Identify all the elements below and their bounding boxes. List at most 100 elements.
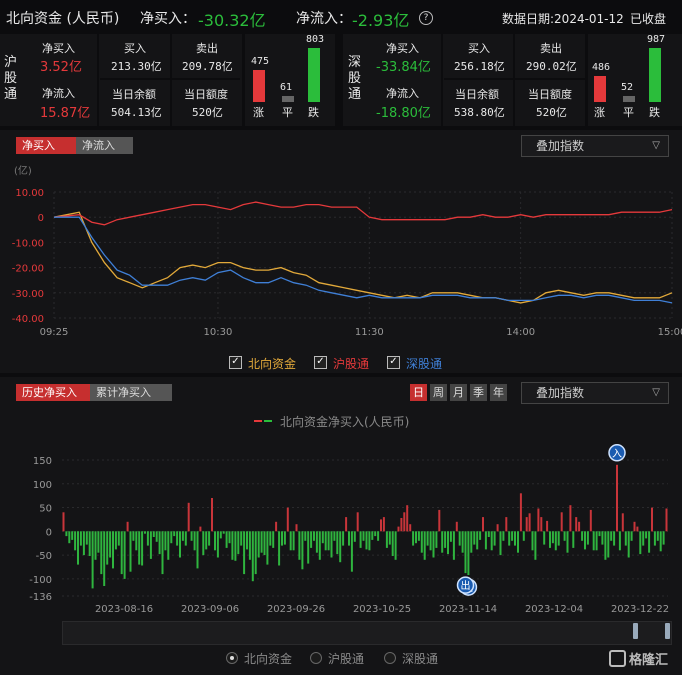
y-tick-label: -136 [29,592,52,603]
history-bar [251,531,254,582]
hu-flat-count: 61 [280,82,293,93]
history-bar [315,531,318,553]
y-tick-label: -10.00 [12,238,44,249]
history-bar [275,521,278,532]
history-bar [231,531,234,560]
shen-breadth: 486 涨 52 平 987 跌 [588,34,678,126]
radio-hu-label: 沪股通 [328,652,365,666]
history-bar [91,531,94,589]
history-bar [449,531,452,542]
range-scrollbar[interactable] [62,621,672,645]
period-month[interactable]: 月 [450,384,467,401]
radio-shen[interactable] [384,652,396,664]
y-tick-label: -30.00 [12,289,44,300]
history-bar [621,513,624,532]
history-bar [382,517,385,532]
history-bar [79,531,82,546]
hu-up-label: 涨 [253,106,264,119]
history-bar [543,531,546,545]
period-year[interactable]: 年 [490,384,507,401]
history-bar [508,531,511,546]
history-bar [656,531,659,541]
history-bar [208,531,211,546]
history-bar [307,531,310,564]
history-bar [581,531,584,541]
radio-shen-label: 深股通 [402,652,439,666]
history-bar [144,531,146,534]
history-bar [100,531,103,575]
history-bar [613,531,616,546]
history-bar [77,531,79,565]
y-axis-unit: (亿) [14,164,32,177]
history-bar [342,531,345,546]
tab-net-buy[interactable]: 净买入 [16,137,76,154]
shen-balance-value: 538.80亿 [454,106,505,119]
history-bar [152,531,155,537]
shen-quota-label: 当日额度 [528,88,572,101]
history-bar [394,531,397,560]
x-tick-label: 2023-12-22 [611,604,669,615]
y-tick-label: 0 [38,213,44,224]
legend-north-checkbox[interactable]: ✓ [229,356,242,369]
history-bar [601,531,604,545]
hu-sell-value: 209.78亿 [182,60,233,73]
shen-down-label: 跌 [649,106,660,119]
history-bar [149,531,152,559]
history-bar [114,531,117,550]
history-bar [202,531,205,556]
shen-flat-label: 平 [623,106,634,119]
period-quarter[interactable]: 季 [470,384,487,401]
legend-hu-checkbox[interactable]: ✓ [314,356,327,369]
period-day[interactable]: 日 [410,384,427,401]
history-bar [173,531,176,537]
history-bar [356,512,359,532]
radio-north[interactable] [226,652,238,664]
history-bar [557,531,560,546]
history-overlay-dropdown[interactable]: 叠加指数 ▽ [521,382,669,404]
tab-history-net-buy[interactable]: 历史净买入 [16,384,98,401]
history-bar [400,518,403,532]
history-bar [534,531,537,560]
y-tick-label: -40.00 [12,314,44,325]
history-bar [560,512,563,532]
history-bar [103,531,106,586]
tab-cumulative-net-buy[interactable]: 累计净买入 [90,384,172,401]
radio-hu[interactable] [310,652,322,664]
history-bar [339,531,342,563]
history-bar [575,517,578,532]
range-handle-right[interactable] [665,623,670,639]
history-bar [435,531,438,548]
history-bar [505,517,508,532]
legend-shen-checkbox[interactable]: ✓ [387,356,400,369]
hu-quota-value: 520亿 [192,106,223,119]
overlay-index-dropdown[interactable]: 叠加指数 ▽ [521,135,669,157]
history-bar [123,531,126,579]
history-bar [106,531,109,565]
shen-name: 深股通 [348,55,362,102]
range-handle-left[interactable] [633,623,638,639]
history-bar [257,531,260,558]
period-week[interactable]: 周 [430,384,447,401]
history-bar [426,531,429,546]
question-circle-icon[interactable]: ? [419,11,433,25]
y-tick-label: -50 [36,551,52,562]
history-bar [196,531,199,569]
shen-balance-label: 当日余额 [455,88,499,101]
history-bar [578,521,581,532]
history-bar [181,531,184,541]
shen-net-inflow-label: 净流入 [386,87,419,100]
hu-quota-label: 当日额度 [184,88,228,101]
history-bar [409,524,412,532]
history-bar [167,531,170,560]
overlay-index-label: 叠加指数 [536,139,585,153]
history-overlay-label: 叠加指数 [536,386,585,400]
history-bar [444,531,447,548]
hu-balance-value: 504.13亿 [111,106,162,119]
history-bar [467,531,470,575]
x-tick-label: 14:00 [506,327,535,338]
history-bar [616,464,618,532]
shen-flat-bar [623,96,635,102]
chevron-down-icon: ▽ [652,140,660,151]
tab-net-inflow[interactable]: 净流入 [76,137,133,154]
history-bar [292,531,295,551]
